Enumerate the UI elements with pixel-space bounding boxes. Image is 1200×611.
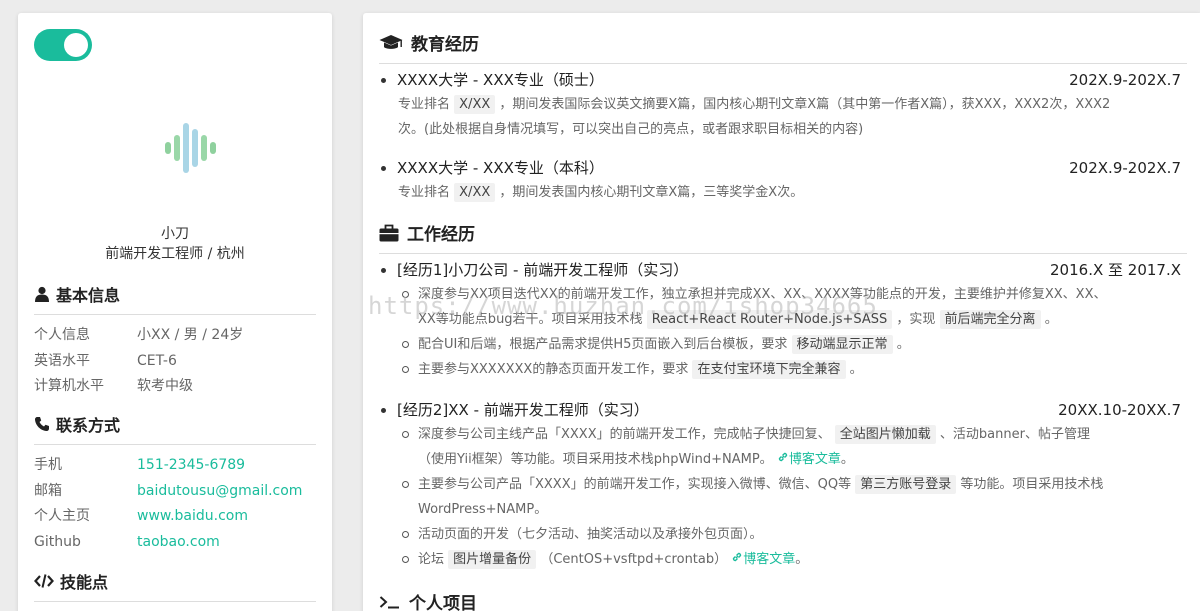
email-link[interactable]: baidutousu@gmail.com — [137, 479, 302, 505]
work-bullet: 论坛 图片增量备份 （CentOS+vsftpd+crontab） 博客文章。 — [381, 547, 1181, 572]
toggle-knob — [64, 33, 88, 57]
profile-subtitle: 前端开发工程师 / 杭州 — [105, 246, 245, 262]
work-item-1: [经历1]小刀公司 - 前端开发工程师（实习） 2016.X 至 2017.X 深… — [381, 258, 1181, 382]
work-bullet: 深度参与XX项目迭代XX的前端开发工作，独立承担并完成XX、XX、XXXX等功能… — [381, 282, 1181, 307]
education-title: 教育经历 — [379, 30, 1187, 64]
contact-row-github: Github taobao.com — [34, 530, 316, 556]
link-icon — [733, 552, 742, 562]
terminal-icon — [379, 595, 399, 608]
skills-title: 技能点 — [34, 569, 316, 602]
rank-tag: X/XX — [454, 183, 496, 202]
work-bullet-cont: （使用Yii框架）等功能。项目采用技术栈phpWind+NAMP。 博客文章。 — [418, 452, 854, 467]
education-item-desc-cont: 次。(此处根据自身情况填写，可以突出自己的亮点，或者跟求职目标相关的内容) — [398, 122, 864, 137]
link-icon — [778, 452, 788, 462]
education-item-date: 202X.9-202X.7 — [1069, 159, 1181, 177]
rank-tag: X/XX — [454, 95, 496, 114]
briefcase-icon — [379, 224, 399, 241]
work-bullet: 主要参与XXXXXXX的静态页面开发工作，要求 在支付宝环境下完全兼容 。 — [381, 357, 1181, 382]
education-item-bachelor: XXXX大学 - XXX专业（本科） 202X.9-202X.7 专业排名 X/X… — [381, 156, 1181, 205]
project-title: 个人项目 — [379, 589, 1187, 611]
main-content: 教育经历 XXXX大学 - XXX专业（硕士） 202X.9-202X.7 专业排… — [363, 13, 1200, 611]
education-item-title: XXXX大学 - XXX专业（硕士） — [397, 71, 604, 89]
education-item-master: XXXX大学 - XXX专业（硕士） 202X.9-202X.7 专业排名 X/X… — [381, 68, 1181, 142]
theme-toggle[interactable] — [34, 29, 92, 61]
info-row-english: 英语水平 CET-6 — [34, 352, 177, 369]
work-item-date: 20XX.10-20XX.7 — [1058, 401, 1181, 419]
sidebar: 小刀 前端开发工程师 / 杭州 基本信息 个人信息 小XX / 男 / 24岁 英… — [18, 13, 332, 611]
highlight-tag: 移动端显示正常 — [791, 335, 893, 354]
basic-info-title: 基本信息 — [34, 282, 316, 315]
graduation-cap-icon — [379, 34, 403, 49]
work-item-title: [经历1]小刀公司 - 前端开发工程师（实习） — [397, 261, 689, 279]
profile: 小刀 前端开发工程师 / 杭州 — [18, 224, 332, 264]
work-bullet-cont: XX等功能点bug若干。项目采用技术栈 React+React Router+N… — [418, 310, 1058, 329]
code-icon — [34, 574, 54, 588]
tech-tag: React+React Router+Node.js+SASS — [646, 310, 893, 329]
profile-name: 小刀 — [161, 226, 189, 242]
user-icon — [35, 286, 49, 302]
highlight-tag: 在支付宝环境下完全兼容 — [692, 360, 846, 379]
highlight-tag: 前后端完全分离 — [939, 310, 1041, 329]
education-item-title: XXXX大学 - XXX专业（本科） — [397, 159, 604, 177]
work-item-date: 2016.X 至 2017.X — [1050, 261, 1181, 279]
highlight-tag: 图片增量备份 — [448, 550, 537, 569]
education-item-date: 202X.9-202X.7 — [1069, 71, 1181, 89]
contact-section: 联系方式 手机 151-2345-6789 邮箱 baidutousu@gmail.… — [34, 412, 316, 555]
work-bullet: 主要参与公司产品「XXXX」的前端开发工作，实现接入微博、微信、QQ等 第三方账… — [381, 472, 1181, 497]
info-row-personal: 个人信息 小XX / 男 / 24岁 — [34, 327, 244, 343]
skills-section: 技能点 — [34, 569, 316, 610]
work-bullet: 活动页面的开发（七夕活动、抽奖活动以及承接外包页面）。 — [381, 522, 1181, 547]
sound-wave-logo-icon — [165, 123, 216, 173]
homepage-link[interactable]: www.baidu.com — [137, 504, 248, 530]
work-bullet: 配合UI和后端，根据产品需求提供H5页面嵌入到后台模板，要求 移动端显示正常 。 — [381, 332, 1181, 357]
contact-title: 联系方式 — [34, 412, 316, 445]
contact-row-homepage: 个人主页 www.baidu.com — [34, 504, 316, 530]
phone-icon — [35, 417, 49, 431]
phone-link[interactable]: 151-2345-6789 — [137, 453, 245, 479]
education-item-desc: 专业排名 X/XX ，期间发表国际会议英文摘要X篇，国内核心期刊文章X篇（其中第… — [398, 95, 1111, 114]
work-bullet: 深度参与公司主线产品「XXXX」的前端开发工作，完成帖子快捷回复、 全站图片懒加… — [381, 422, 1181, 447]
blog-link[interactable]: 博客文章 — [731, 552, 795, 567]
basic-info-section: 基本信息 个人信息 小XX / 男 / 24岁 英语水平 CET-6 计算机水平 软考… — [34, 282, 316, 400]
blog-link[interactable]: 博客文章 — [777, 452, 841, 467]
work-item-2: [经历2]XX - 前端开发工程师（实习） 20XX.10-20XX.7 深度参与… — [381, 398, 1181, 572]
contact-row-phone: 手机 151-2345-6789 — [34, 453, 316, 479]
highlight-tag: 第三方账号登录 — [855, 475, 957, 494]
work-title: 工作经历 — [379, 220, 1187, 254]
info-row-computer: 计算机水平 软考中级 — [34, 378, 193, 394]
highlight-tag: 全站图片懒加载 — [834, 425, 936, 444]
contact-row-email: 邮箱 baidutousu@gmail.com — [34, 479, 316, 505]
github-link[interactable]: taobao.com — [137, 530, 220, 556]
education-item-desc: 专业排名 X/XX ，期间发表国内核心期刊文章X篇，三等奖学金X次。 — [398, 183, 804, 202]
work-item-title: [经历2]XX - 前端开发工程师（实习） — [397, 401, 649, 419]
work-bullet-cont: WordPress+NAMP。 — [418, 502, 548, 517]
